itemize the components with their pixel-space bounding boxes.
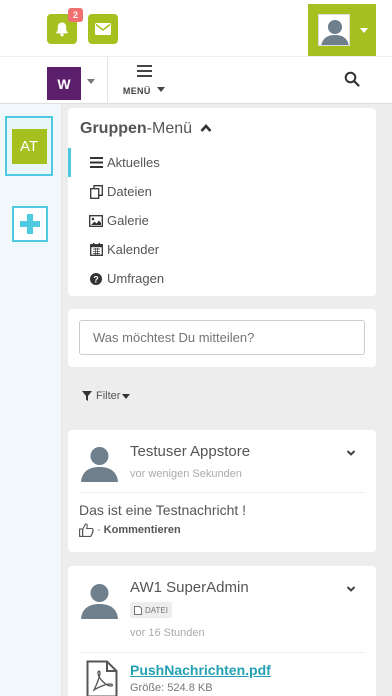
default-user-icon: [79, 578, 120, 619]
default-user-icon: [79, 441, 120, 482]
post-timestamp[interactable]: vor wenigen Sekunden: [130, 468, 242, 480]
user-profile-menu-button[interactable]: [308, 4, 376, 56]
calendar-icon: [88, 243, 104, 257]
space-chooser-button[interactable]: W: [47, 67, 81, 100]
plus-icon: [20, 214, 40, 234]
author-name[interactable]: Testuser Appstore: [130, 443, 250, 460]
group-menu-item-label: Umfragen: [107, 271, 165, 286]
notification-count-badge: 2: [68, 8, 83, 22]
post-message: Das ist eine Testnachricht !: [79, 502, 247, 518]
chevron-down-icon[interactable]: [346, 584, 356, 594]
messages-button[interactable]: [88, 14, 118, 44]
svg-text:?: ?: [93, 274, 99, 284]
group-menu-item-label: Kalender: [107, 242, 160, 257]
post-timestamp[interactable]: vor 16 Stunden: [130, 627, 205, 639]
bell-icon: [56, 22, 68, 37]
add-space-button[interactable]: [12, 206, 48, 242]
divider: [79, 652, 365, 653]
filter-dropdown[interactable]: Filter: [82, 390, 131, 402]
space-item-active[interactable]: AT: [5, 116, 53, 176]
post-actions: · Kommentieren: [79, 523, 181, 537]
stream-entry: AW1 SuperAdmin DATEI vor 16 Stunden Push…: [68, 566, 376, 696]
user-avatar: [318, 14, 350, 46]
space-avatar: AT: [11, 128, 47, 164]
file-download-link[interactable]: PushNachrichten.pdf: [130, 662, 271, 678]
chevron-down-icon[interactable]: [346, 448, 356, 458]
group-menu-item-dateien[interactable]: Dateien: [68, 177, 376, 206]
main-menu-button[interactable]: MENÜ: [119, 63, 169, 101]
caret-down-icon: [360, 28, 368, 33]
notifications-button[interactable]: 2: [47, 8, 83, 44]
hamburger-icon: [136, 65, 152, 77]
separator-dot: ·: [97, 524, 101, 536]
group-menu-item-galerie[interactable]: Galerie: [68, 206, 376, 235]
image-icon: [88, 214, 104, 228]
top-row: 2: [0, 0, 392, 56]
group-menu-title-light: -Menü: [146, 120, 193, 137]
divider: [79, 492, 365, 493]
menu-label: MENÜ: [122, 86, 151, 96]
filter-icon: [82, 391, 92, 401]
pdf-file-icon[interactable]: [86, 660, 118, 696]
thumbs-up-icon[interactable]: [79, 523, 94, 537]
group-menu-item-aktuelles[interactable]: Aktuelles: [68, 148, 376, 177]
search-button[interactable]: [344, 71, 364, 91]
caret-down-icon: [157, 87, 166, 93]
author-avatar[interactable]: [79, 578, 120, 619]
envelope-icon: [95, 23, 111, 35]
group-menu-item-label: Aktuelles: [107, 155, 160, 170]
top-navigation-bar: 2 W MENÜ: [0, 0, 392, 105]
files-icon: [88, 184, 104, 199]
chevron-up-icon: [201, 124, 212, 132]
group-menu-item-label: Galerie: [107, 213, 149, 228]
post-composer: [68, 309, 376, 367]
group-menu-item-umfragen[interactable]: ? Umfragen: [68, 264, 376, 293]
default-user-icon: [319, 15, 349, 45]
stream-entry: Testuser Appstore vor wenigen Sekunden D…: [68, 430, 376, 552]
second-row: W MENÜ: [0, 56, 392, 105]
author-name[interactable]: AW1 SuperAdmin: [130, 579, 249, 596]
group-menu-item-kalender[interactable]: Kalender: [68, 235, 376, 264]
post-input[interactable]: [79, 320, 365, 355]
space-chooser-caret-icon[interactable]: [87, 79, 95, 84]
space-sidebar: AT: [0, 104, 62, 696]
filter-label: Filter: [96, 390, 121, 402]
group-menu-title-bold: Gruppen: [80, 120, 147, 137]
list-icon: [88, 156, 104, 170]
search-icon: [344, 71, 360, 87]
file-icon: [134, 605, 142, 615]
caret-down-icon: [122, 393, 131, 399]
author-avatar[interactable]: [79, 441, 120, 482]
group-menu-panel: Gruppen-Menü Aktuelles Dateien Galerie K…: [68, 108, 376, 296]
file-size: Größe: 524.8 KB: [130, 682, 213, 694]
comment-link[interactable]: Kommentieren: [104, 524, 181, 536]
file-tag-badge: DATEI: [130, 602, 172, 618]
group-menu-item-label: Dateien: [107, 184, 152, 199]
group-menu-title[interactable]: Gruppen-Menü: [80, 120, 212, 138]
space-letter: W: [57, 75, 71, 92]
divider: [107, 57, 108, 105]
question-circle-icon: ?: [88, 272, 104, 286]
file-tag-label: DATEI: [145, 605, 168, 615]
